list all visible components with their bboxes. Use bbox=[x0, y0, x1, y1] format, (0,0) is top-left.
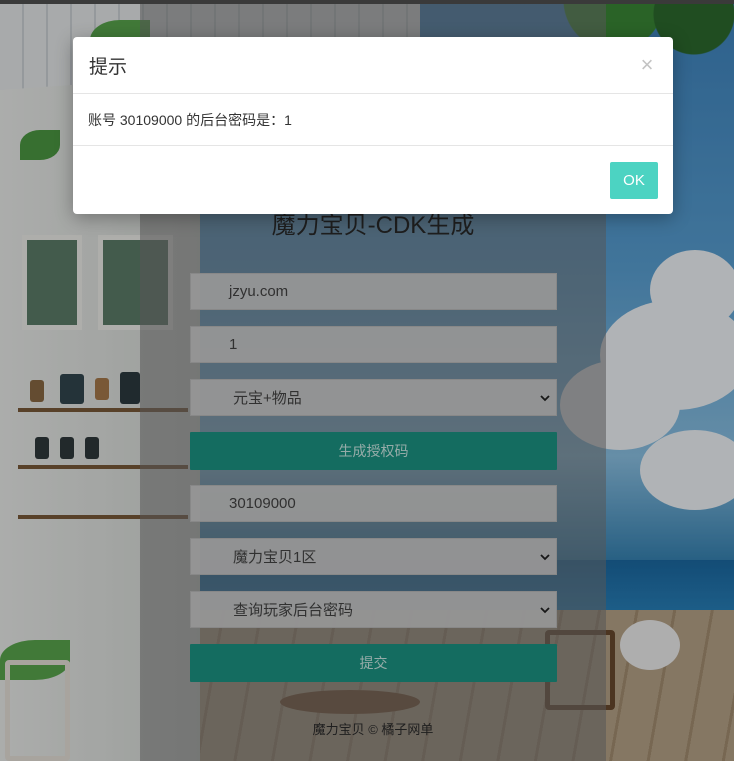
alert-dialog: 提示 × 账号 30109000 的后台密码是：1 OK bbox=[73, 37, 673, 214]
dialog-footer: OK bbox=[73, 146, 673, 214]
dialog-header: 提示 × bbox=[73, 37, 673, 94]
dialog-body: 账号 30109000 的后台密码是：1 bbox=[73, 94, 673, 146]
ok-button[interactable]: OK bbox=[610, 161, 658, 199]
dialog-title: 提示 bbox=[89, 56, 128, 78]
close-icon[interactable]: × bbox=[637, 54, 657, 76]
window-top-edge bbox=[0, 0, 734, 4]
dialog-message: 账号 30109000 的后台密码是：1 bbox=[88, 111, 292, 128]
